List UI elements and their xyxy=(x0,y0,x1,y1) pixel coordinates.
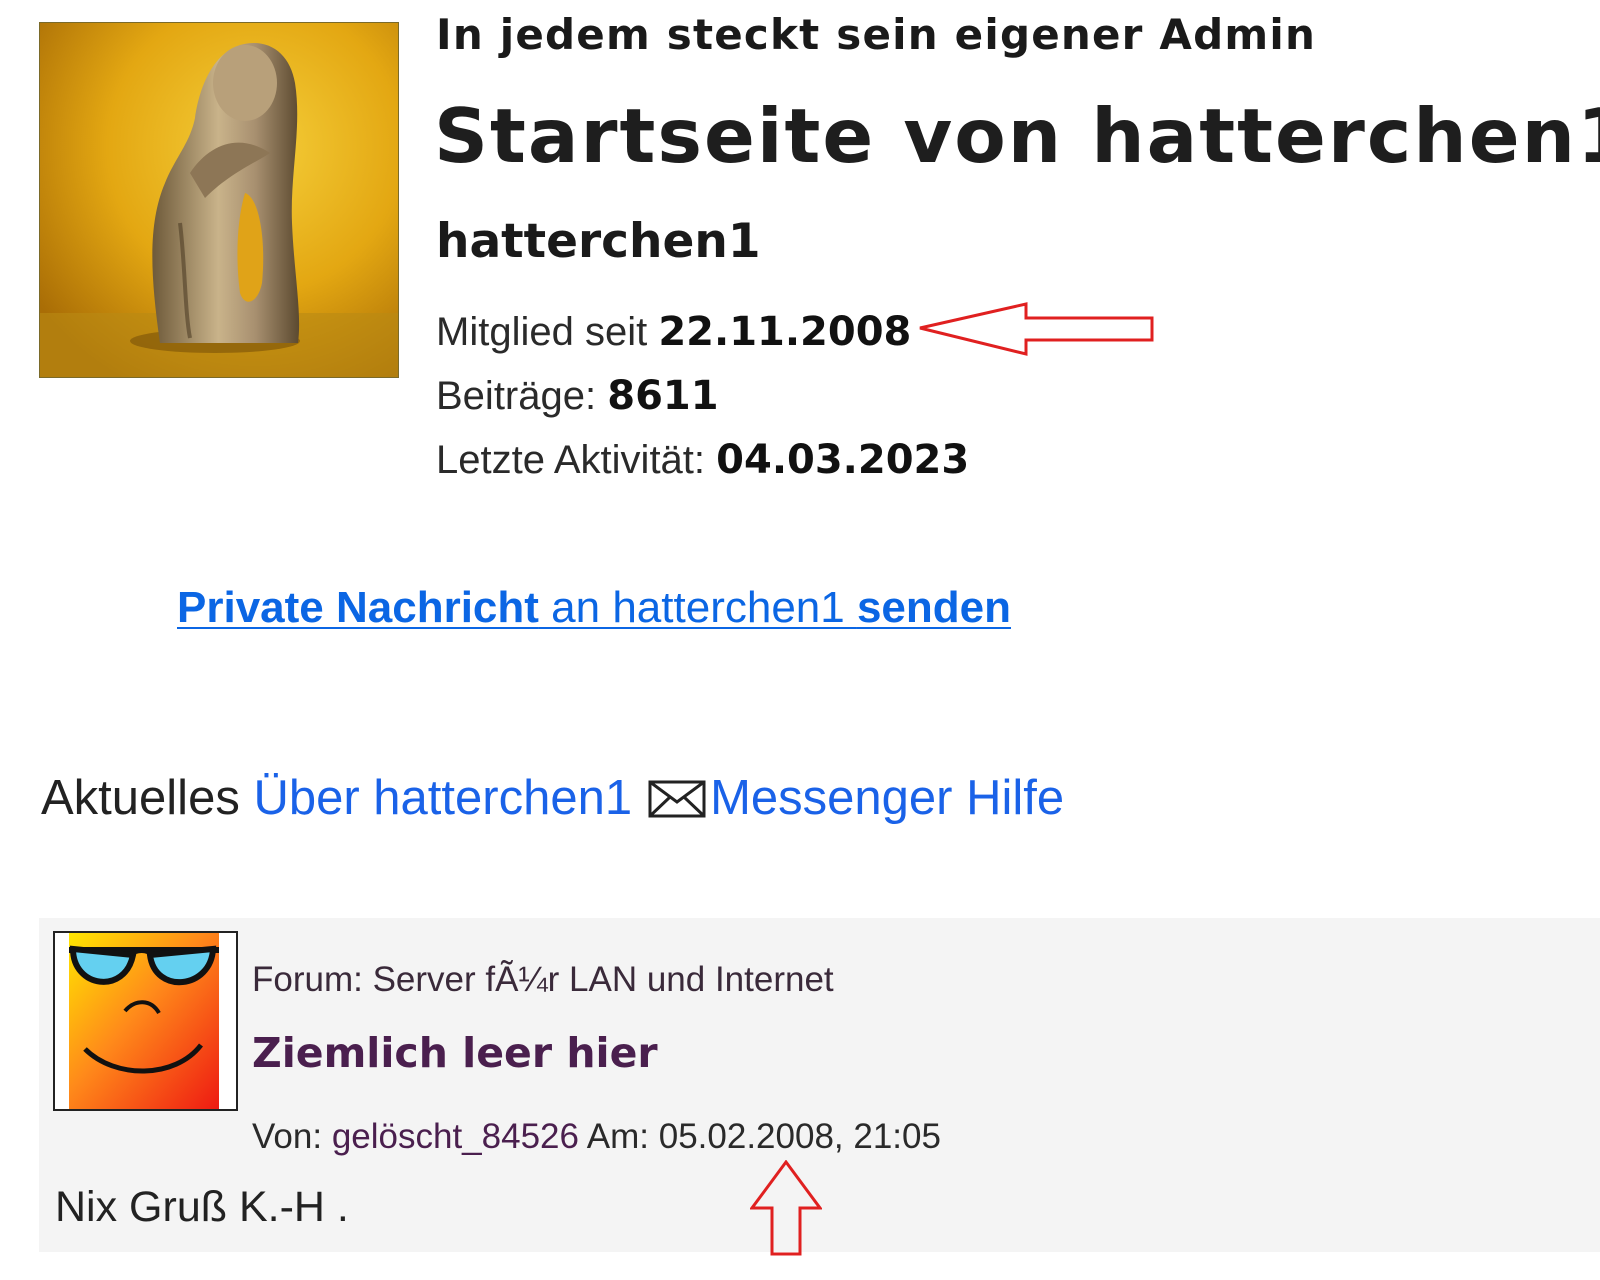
post-title[interactable]: Ziemlich leer hier xyxy=(252,1029,658,1077)
post-author-avatar[interactable] xyxy=(53,931,238,1111)
member-since-value: 22.11.2008 xyxy=(658,309,912,355)
private-message-link[interactable]: Private Nachricht an hatterchen1 senden xyxy=(177,583,1011,633)
post-by-label: Von: xyxy=(252,1117,323,1156)
post-count-label: Beiträge: xyxy=(436,374,597,418)
profile-tagline: In jedem steckt sein eigener Admin xyxy=(436,10,1317,59)
last-activity: Letzte Aktivität: 04.03.2023 xyxy=(436,437,969,483)
tab-messenger-help[interactable]: Messenger Hilfe xyxy=(710,771,1064,825)
pm-link-part3: senden xyxy=(856,583,1011,632)
tab-about[interactable]: Über hatterchen1 xyxy=(253,771,632,825)
post-forum[interactable]: Forum: Server fÃ¼r LAN und Internet xyxy=(252,960,834,1000)
post-date: 05.02.2008, 21:05 xyxy=(658,1117,941,1156)
last-activity-label: Letzte Aktivität: xyxy=(436,438,706,482)
tab-aktuelles[interactable]: Aktuelles xyxy=(41,771,240,825)
post-meta: Von: gelöscht_84526 Am: 05.02.2008, 21:0… xyxy=(252,1117,941,1157)
page-title: Startseite von hatterchen1 xyxy=(434,92,1600,180)
pm-link-part1: Private Nachricht xyxy=(177,583,539,632)
profile-picture xyxy=(39,22,399,378)
post-body: Nix Gruß K.-H . xyxy=(55,1183,349,1231)
envelope-icon[interactable] xyxy=(648,774,706,830)
post-count: Beiträge: 8611 xyxy=(436,373,719,419)
member-since-label: Mitglied seit xyxy=(436,310,648,354)
annotation-arrow-left-icon xyxy=(919,302,1154,356)
member-since: Mitglied seit 22.11.2008 xyxy=(436,309,911,355)
annotation-arrow-up-icon xyxy=(750,1160,822,1256)
pm-link-part2: an hatterchen1 xyxy=(538,583,857,632)
last-activity-value: 04.03.2023 xyxy=(716,437,970,483)
post-date-label: Am: xyxy=(586,1117,649,1156)
profile-nav: Aktuelles Über hatterchen1 Messenger Hilf… xyxy=(41,770,1064,830)
profile-username: hatterchen1 xyxy=(436,214,761,269)
post-author[interactable]: gelöscht_84526 xyxy=(332,1117,579,1156)
post-count-value: 8611 xyxy=(607,373,719,419)
